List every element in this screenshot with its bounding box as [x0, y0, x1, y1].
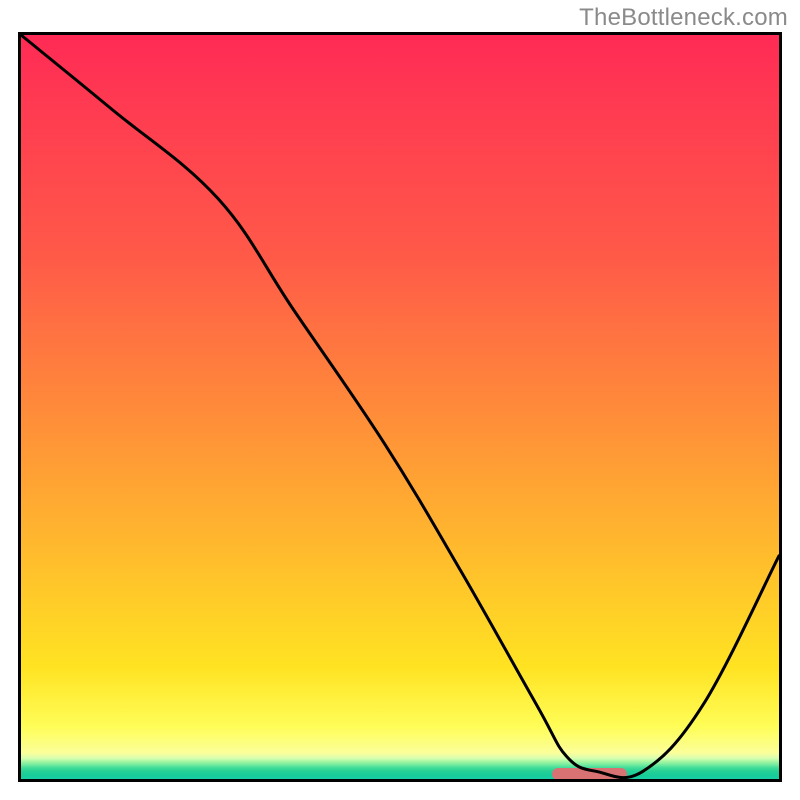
- chart-root: TheBottleneck.com: [0, 0, 800, 800]
- bottleneck-curve: [21, 35, 779, 779]
- plot-frame: [18, 32, 782, 782]
- watermark-text: TheBottleneck.com: [579, 4, 788, 32]
- curve-path: [21, 35, 779, 778]
